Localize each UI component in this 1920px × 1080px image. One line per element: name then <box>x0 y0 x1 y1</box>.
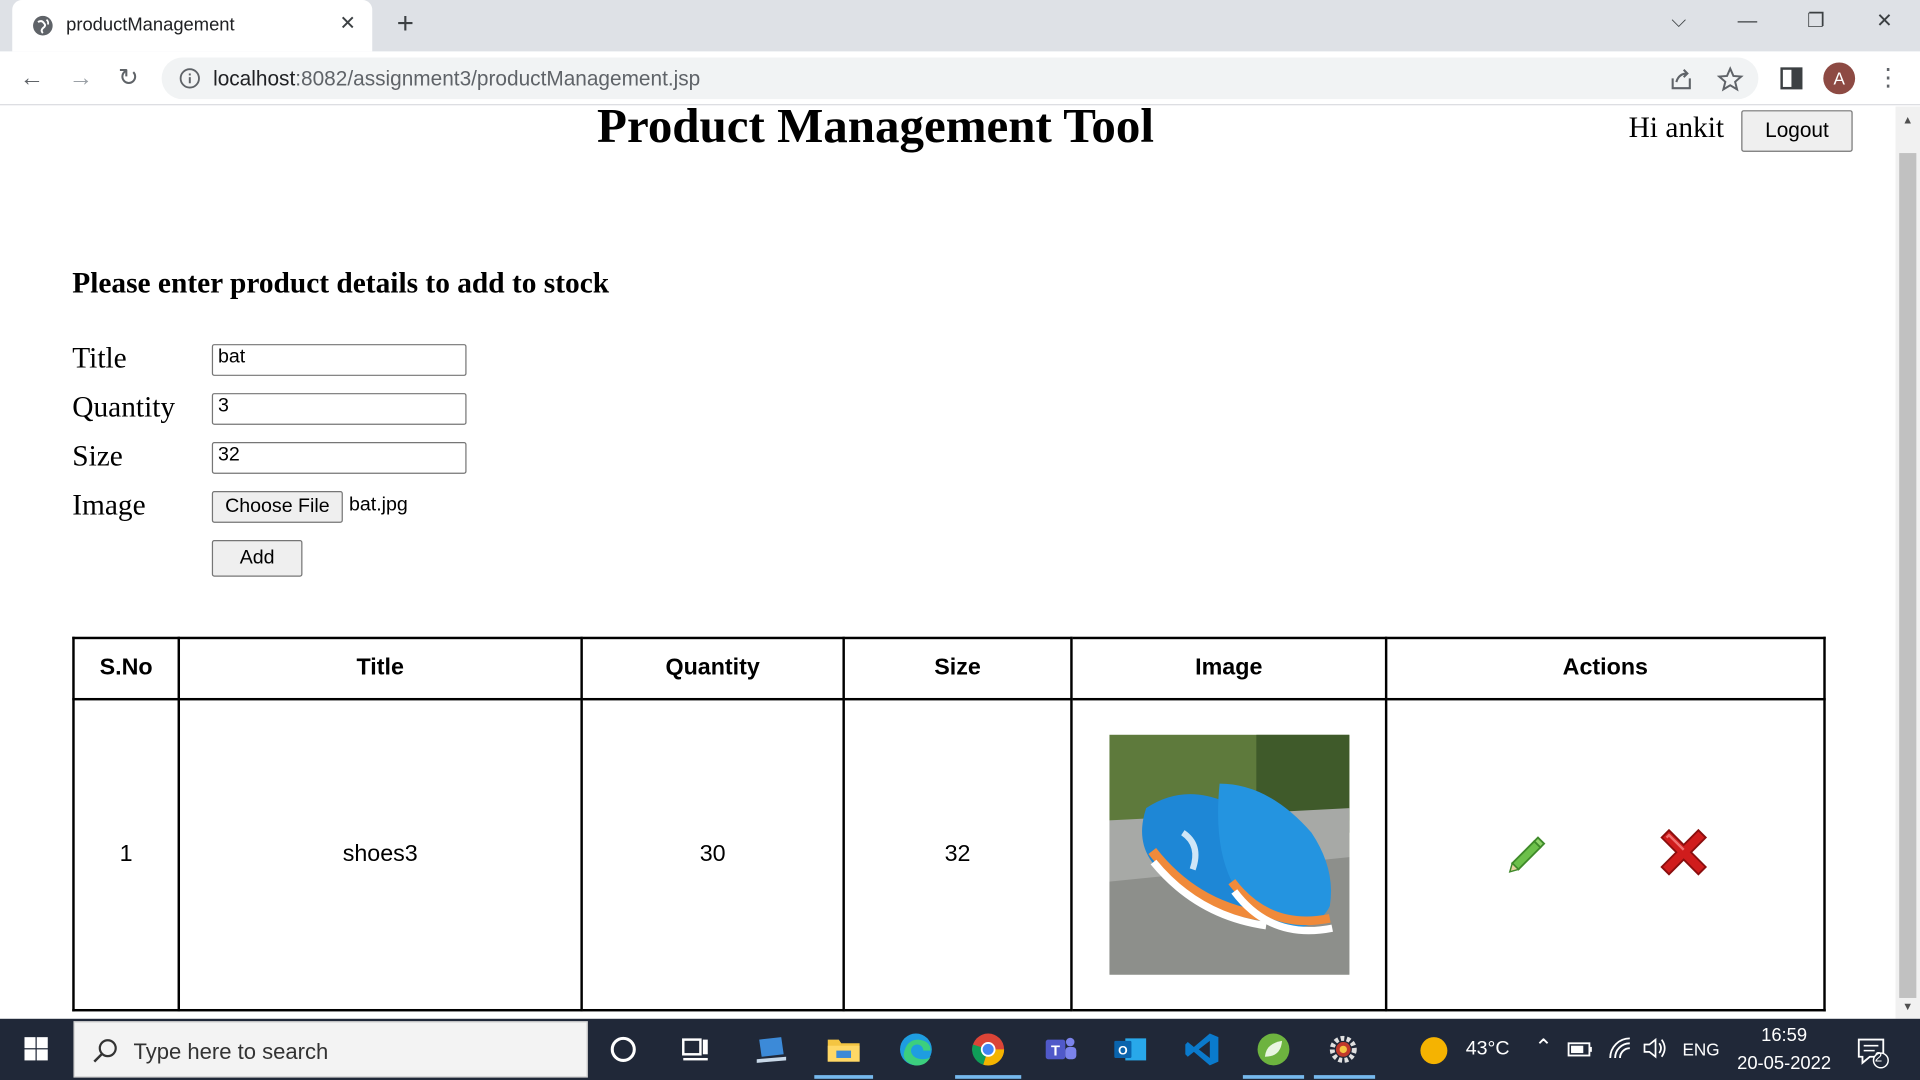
back-arrow-icon[interactable]: ← <box>15 61 49 95</box>
vscode-icon[interactable] <box>1183 1030 1222 1069</box>
cell-quantity: 30 <box>580 697 845 1012</box>
product-image <box>1108 734 1349 975</box>
taskbar-search-placeholder: Type here to search <box>133 1039 329 1065</box>
spring-active-indicator <box>1242 1075 1305 1079</box>
wifi-icon[interactable] <box>1607 1035 1634 1062</box>
header-title: Title <box>177 636 583 701</box>
url-host: localhost <box>213 67 296 91</box>
browser-tab[interactable]: productManagement ✕ <box>12 0 373 52</box>
weather-temperature[interactable]: 43°C <box>1466 1038 1510 1060</box>
svg-text:O: O <box>1118 1043 1128 1057</box>
close-window-icon[interactable]: ✕ <box>1866 7 1903 36</box>
battery-icon[interactable] <box>1567 1037 1594 1061</box>
cell-sno: 1 <box>72 697 181 1012</box>
minimize-icon[interactable]: — <box>1729 7 1766 36</box>
address-bar[interactable]: localhost:8082/assignment3/productManage… <box>161 57 1759 100</box>
quantity-label: Quantity <box>72 391 176 424</box>
file-explorer-icon[interactable] <box>824 1030 863 1069</box>
page-scrollbar[interactable]: ▲ ▼ <box>1895 106 1920 1019</box>
url-text: localhost:8082/assignment3/productManage… <box>213 67 700 91</box>
explorer-active-indicator <box>814 1075 874 1079</box>
form-heading: Please enter product details to add to s… <box>72 268 610 301</box>
notification-count: 2 <box>1874 1050 1883 1066</box>
settings-active-indicator <box>1313 1075 1376 1079</box>
table-header-row: S.No Title Quantity Size Image Actions <box>72 636 1826 701</box>
delete-x-icon[interactable] <box>1654 823 1713 882</box>
logout-button[interactable]: Logout <box>1741 110 1853 152</box>
user-greeting: Hi ankit <box>1628 112 1725 145</box>
image-label: Image <box>72 489 146 522</box>
add-button[interactable]: Add <box>211 540 303 577</box>
reload-icon[interactable]: ↻ <box>111 61 145 95</box>
scroll-up-icon[interactable]: ▲ <box>1902 114 1914 126</box>
selected-file-name: bat.jpg <box>348 494 408 516</box>
cell-title: shoes3 <box>177 697 583 1012</box>
input-language[interactable]: ENG <box>1682 1040 1719 1060</box>
scroll-down-icon[interactable]: ▼ <box>1902 1000 1914 1012</box>
cell-image <box>1070 697 1388 1012</box>
cell-size: 32 <box>842 697 1073 1012</box>
cell-actions <box>1384 697 1826 1012</box>
spring-tool-icon[interactable] <box>1254 1030 1293 1069</box>
size-input[interactable]: 32 <box>211 442 467 474</box>
taskbar-search-box[interactable]: Type here to search <box>73 1021 588 1078</box>
volume-icon[interactable] <box>1641 1035 1668 1062</box>
site-info-icon[interactable] <box>179 67 201 89</box>
stock-table: S.No Title Quantity Size Image Actions 1… <box>72 636 1826 1012</box>
restore-icon[interactable]: ❐ <box>1798 7 1835 36</box>
table-row: 1 shoes3 30 32 <box>72 697 1826 1012</box>
notification-center-icon[interactable] <box>1855 1035 1889 1069</box>
windows-start-icon[interactable] <box>0 1019 71 1080</box>
page-viewport: Product Management Tool Hi ankit Logout … <box>0 106 1896 1019</box>
share-icon[interactable] <box>1668 66 1695 93</box>
size-label: Size <box>72 440 123 473</box>
weather-sun-icon[interactable] <box>1418 1035 1450 1067</box>
edit-pencil-icon[interactable] <box>1505 829 1549 873</box>
tab-title: productManagement <box>66 14 235 36</box>
title-input[interactable]: bat <box>211 344 467 376</box>
chrome-active-indicator <box>955 1075 1022 1079</box>
choose-file-button[interactable]: Choose File <box>211 491 343 523</box>
teams-icon[interactable]: T <box>1041 1030 1080 1069</box>
title-label: Title <box>72 342 127 375</box>
laptop-app-icon[interactable] <box>752 1030 791 1069</box>
search-icon <box>93 1039 117 1063</box>
browser-toolbar: ← → ↻ localhost:8082/assignment3/product… <box>0 51 1920 106</box>
tab-close-icon[interactable]: ✕ <box>336 12 360 36</box>
globe-icon <box>33 15 53 36</box>
header-actions: Actions <box>1384 636 1826 701</box>
scrollbar-thumb[interactable] <box>1899 153 1917 998</box>
clock-date[interactable]: 20-05-2022 <box>1729 1053 1839 1074</box>
cortana-icon[interactable] <box>604 1030 643 1069</box>
browser-menu-icon[interactable]: ⋮ <box>1876 61 1900 95</box>
tray-chevron-up-icon[interactable]: ⌃ <box>1534 1035 1552 1061</box>
tab-search-chevron-icon[interactable]: ⌵ <box>1660 7 1697 36</box>
new-tab-icon[interactable]: + <box>389 9 421 42</box>
header-sno: S.No <box>72 636 181 701</box>
url-path: :8082/assignment3/productManagement.jsp <box>295 67 701 91</box>
chrome-icon[interactable] <box>969 1030 1008 1069</box>
forward-arrow-icon[interactable]: → <box>64 61 98 95</box>
svg-text:T: T <box>1051 1044 1060 1060</box>
quantity-input[interactable]: 3 <box>211 393 467 425</box>
edge-icon[interactable] <box>896 1030 935 1069</box>
side-panel-icon[interactable] <box>1778 65 1805 92</box>
windows-taskbar: Type here to search T O 43°C ⌃ ENG 16:59… <box>0 1018 1920 1080</box>
profile-avatar[interactable]: A <box>1823 62 1856 95</box>
page-title: Product Management Tool <box>597 106 1154 154</box>
header-size: Size <box>842 636 1073 701</box>
clock-time[interactable]: 16:59 <box>1739 1025 1830 1046</box>
header-quantity: Quantity <box>580 636 845 701</box>
settings-gear-app-icon[interactable] <box>1324 1030 1363 1069</box>
browser-tabstrip: productManagement ✕ + ⌵ — ❐ ✕ <box>0 0 1920 52</box>
bookmark-star-icon[interactable] <box>1716 66 1744 93</box>
task-view-icon[interactable] <box>676 1030 715 1069</box>
header-image: Image <box>1070 636 1388 701</box>
outlook-icon[interactable]: O <box>1111 1030 1150 1069</box>
